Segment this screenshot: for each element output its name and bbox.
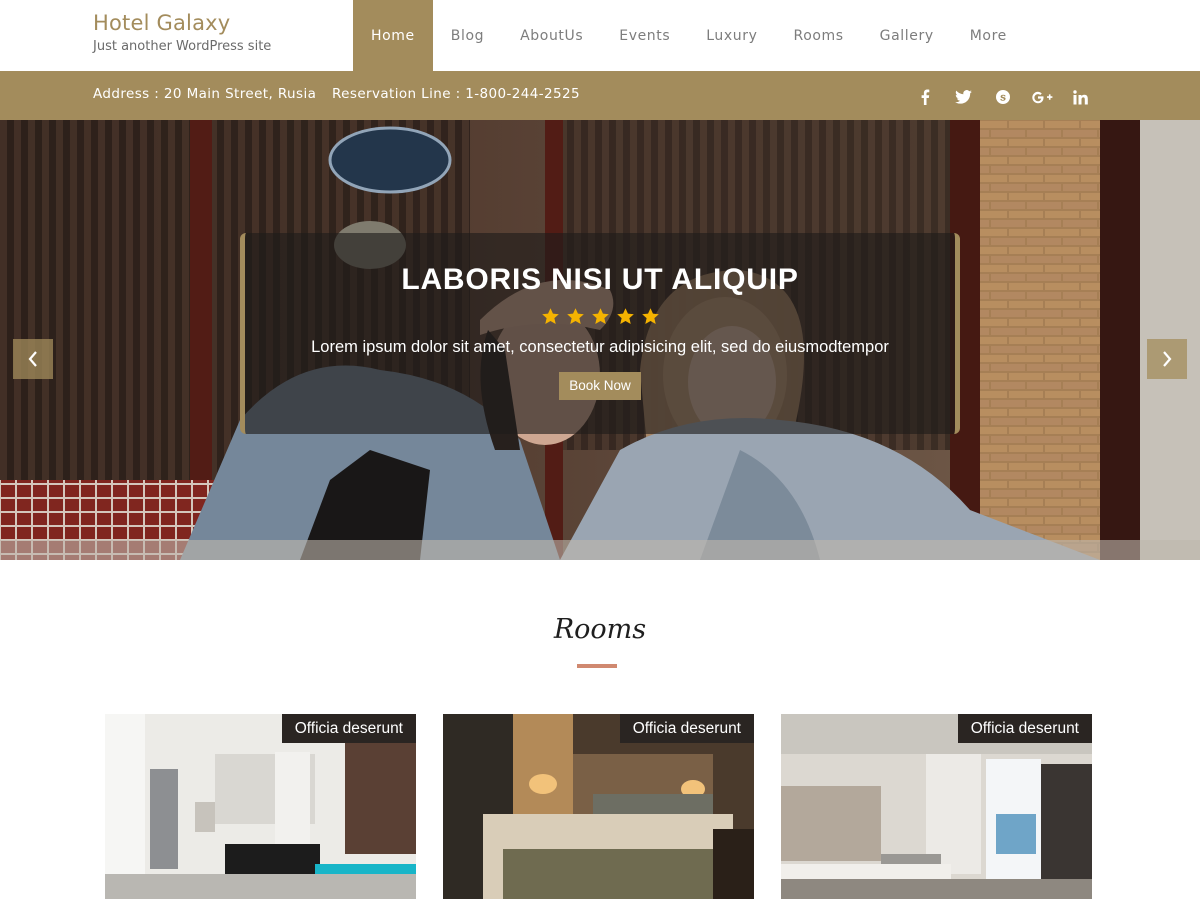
chevron-left-icon [28, 351, 37, 367]
slider-next-button[interactable] [1147, 339, 1187, 379]
room-card[interactable]: Officia deserunt [443, 714, 754, 899]
star-icon [566, 308, 584, 325]
chevron-right-icon [1163, 351, 1172, 367]
nav-item-events[interactable]: Events [601, 0, 688, 71]
address-text: Address : 20 Main Street, Rusia [93, 86, 317, 102]
hero-slider: LABORIS NISI UT ALIQUIP Lorem ipsum dolo… [0, 120, 1200, 560]
nav-item-gallery[interactable]: Gallery [862, 0, 952, 71]
room-badge: Officia deserunt [619, 714, 754, 743]
site-header: Hotel Galaxy Just another WordPress site… [0, 0, 1200, 71]
section-divider [577, 664, 617, 668]
site-title[interactable]: Hotel Galaxy [93, 11, 271, 35]
book-now-button[interactable]: Book Now [559, 372, 641, 400]
nav-item-home[interactable]: Home [353, 0, 433, 71]
star-icon [616, 308, 634, 325]
slider-prev-button[interactable] [13, 339, 53, 379]
site-tagline: Just another WordPress site [93, 39, 272, 54]
social-links [905, 86, 1100, 108]
linkedin-icon[interactable] [1061, 86, 1100, 108]
main-nav: Home Blog AboutUs Events Luxury Rooms Ga… [353, 0, 1025, 71]
hero-title: LABORIS NISI UT ALIQUIP [401, 263, 799, 296]
reservation-line-text: Reservation Line : 1-800-244-2525 [332, 86, 580, 102]
hero-caption-box: LABORIS NISI UT ALIQUIP Lorem ipsum dolo… [240, 233, 960, 434]
facebook-icon[interactable] [905, 86, 944, 108]
twitter-icon[interactable] [944, 86, 983, 108]
star-icon [641, 308, 659, 325]
room-card[interactable]: Officia deserunt [105, 714, 416, 899]
nav-item-more[interactable]: More [952, 0, 1025, 71]
google-plus-icon[interactable] [1022, 86, 1061, 108]
info-bar: Address : 20 Main Street, Rusia Reservat… [0, 71, 1200, 120]
skype-icon[interactable] [983, 86, 1022, 108]
brand[interactable]: Hotel Galaxy Just another WordPress site [93, 11, 271, 54]
room-card[interactable]: Officia deserunt [781, 714, 1092, 899]
star-icon [591, 308, 609, 325]
room-badge: Officia deserunt [281, 714, 416, 743]
star-icon [541, 308, 559, 325]
rooms-section-title: Rooms [553, 614, 647, 645]
room-badge: Officia deserunt [957, 714, 1092, 743]
nav-item-blog[interactable]: Blog [433, 0, 502, 71]
nav-item-luxury[interactable]: Luxury [688, 0, 775, 71]
nav-item-rooms[interactable]: Rooms [776, 0, 862, 71]
nav-item-aboutus[interactable]: AboutUs [502, 0, 601, 71]
rating-stars [245, 307, 955, 326]
hero-description: Lorem ipsum dolor sit amet, consectetur … [311, 338, 889, 356]
